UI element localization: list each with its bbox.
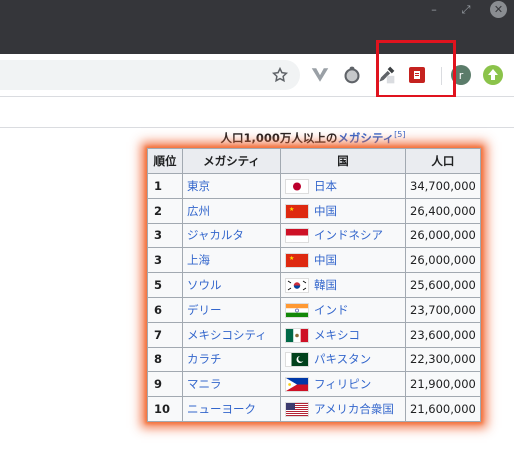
pakistan-flag-icon[interactable] <box>285 352 309 368</box>
caption-reference-link[interactable]: [5] <box>394 130 405 139</box>
city-link[interactable]: ソウル <box>182 272 281 298</box>
vue-devtools-icon[interactable] <box>309 64 331 86</box>
minimize-button[interactable]: – <box>426 2 442 18</box>
megacity-table-wrapper: 順位 メガシティ 国 人口 1 東京 日本 34,700,000 2 広州 ★ 中国 26,40… <box>147 148 481 422</box>
population-cell: 34,700,000 <box>405 173 481 199</box>
header-population: 人口 <box>405 148 481 174</box>
restore-button[interactable]: ⤢ <box>458 2 474 18</box>
table-row: 8 カラチ パキスタン 22,300,000 <box>147 346 481 373</box>
population-cell: 22,300,000 <box>405 346 481 373</box>
table-row: 9 マニラ フィリピン 21,900,000 <box>147 371 481 398</box>
country-link[interactable]: アメリカ合衆国 <box>314 402 394 416</box>
table-row: 3 ジャカルタ インドネシア 26,000,000 <box>147 222 481 249</box>
header-megacity: メガシティ <box>182 148 281 174</box>
country-cell: 韓国 <box>280 272 406 298</box>
bookmarks-bar <box>0 97 514 128</box>
city-link[interactable]: 広州 <box>182 197 281 224</box>
svg-text:r: r <box>459 69 464 82</box>
svg-text:★: ★ <box>289 206 294 213</box>
rank-cell: 7 <box>147 321 183 348</box>
mexico-flag-icon[interactable] <box>285 327 309 343</box>
rank-cell: 2 <box>147 197 183 224</box>
header-rank: 順位 <box>147 148 183 174</box>
country-cell: メキシコ <box>280 321 406 348</box>
philippines-flag-icon[interactable] <box>285 377 309 393</box>
rank-cell: 8 <box>147 346 183 373</box>
country-link[interactable]: 日本 <box>314 179 337 193</box>
rank-cell: 10 <box>147 396 183 422</box>
rank-cell: 9 <box>147 371 183 398</box>
table-row: 7 メキシコシティ メキシコ 23,600,000 <box>147 321 481 348</box>
rank-cell: 1 <box>147 173 183 199</box>
table-row: 5 ソウル 韓国 25,600,000 <box>147 272 481 298</box>
population-cell: 26,000,000 <box>405 247 481 274</box>
caption-prefix: 人口1,000万人以上の <box>220 131 338 145</box>
table-caption: 人口1,000万人以上のメガシティ[5] <box>148 130 478 146</box>
city-link[interactable]: 上海 <box>182 247 281 274</box>
rank-cell: 5 <box>147 272 183 298</box>
megacity-table: 順位 メガシティ 国 人口 1 東京 日本 34,700,000 2 広州 ★ 中国 26,40… <box>147 148 481 422</box>
country-cell: 日本 <box>280 173 406 199</box>
population-cell: 23,700,000 <box>405 296 481 323</box>
rank-cell: 3 <box>147 247 183 274</box>
header-country: 国 <box>280 148 406 174</box>
indonesia-flag-icon[interactable] <box>285 228 309 244</box>
japan-flag-icon[interactable] <box>285 178 309 194</box>
city-link[interactable]: デリー <box>182 296 281 323</box>
city-link[interactable]: カラチ <box>182 346 281 373</box>
country-link[interactable]: メキシコ <box>314 328 360 342</box>
population-cell: 21,900,000 <box>405 371 481 398</box>
china-flag-icon[interactable]: ★ <box>285 253 309 269</box>
population-cell: 23,600,000 <box>405 321 481 348</box>
country-cell: インドネシア <box>280 222 406 249</box>
population-cell: 26,000,000 <box>405 222 481 249</box>
usa-flag-icon[interactable] <box>285 402 309 418</box>
city-link[interactable]: ニューヨーク <box>182 396 281 422</box>
korea-flag-icon[interactable] <box>285 278 309 294</box>
country-cell: ★ 中国 <box>280 197 406 224</box>
table-row: 6 デリー インド 23,700,000 <box>147 296 481 323</box>
country-link[interactable]: インドネシア <box>314 228 383 242</box>
country-link[interactable]: 中国 <box>314 253 337 267</box>
tampermonkey-icon[interactable] <box>341 64 363 86</box>
country-cell: ★ 中国 <box>280 247 406 274</box>
rank-cell: 6 <box>147 296 183 323</box>
upload-icon[interactable] <box>482 64 504 86</box>
country-cell: アメリカ合衆国 <box>280 396 406 422</box>
table-row: 1 東京 日本 34,700,000 <box>147 173 481 199</box>
country-link[interactable]: インド <box>314 303 349 317</box>
table-row: 10 ニューヨーク アメリカ合衆国 21,600,000 <box>147 396 481 422</box>
svg-text:★: ★ <box>289 255 294 262</box>
country-link[interactable]: 韓国 <box>314 278 337 292</box>
caption-megacity-link[interactable]: メガシティ <box>337 131 394 145</box>
china-flag-icon[interactable]: ★ <box>285 203 309 219</box>
highlight-rectangle <box>376 40 456 98</box>
close-button[interactable]: ✕ <box>490 1 507 18</box>
country-cell: インド <box>280 296 406 323</box>
country-cell: パキスタン <box>280 346 406 373</box>
table-header-row: 順位 メガシティ 国 人口 <box>147 148 481 174</box>
rank-cell: 3 <box>147 222 183 249</box>
city-link[interactable]: 東京 <box>182 173 281 199</box>
city-link[interactable]: メキシコシティ <box>182 321 281 348</box>
population-cell: 21,600,000 <box>405 396 481 422</box>
table-row: 3 上海 ★ 中国 26,000,000 <box>147 247 481 274</box>
population-cell: 25,600,000 <box>405 272 481 298</box>
population-cell: 26,400,000 <box>405 197 481 224</box>
country-link[interactable]: パキスタン <box>314 352 371 366</box>
star-icon[interactable] <box>269 64 291 86</box>
address-bar[interactable] <box>0 60 300 90</box>
country-link[interactable]: 中国 <box>314 204 337 218</box>
country-link[interactable]: フィリピン <box>314 377 371 391</box>
city-link[interactable]: マニラ <box>182 371 281 398</box>
city-link[interactable]: ジャカルタ <box>182 222 281 249</box>
country-cell: フィリピン <box>280 371 406 398</box>
india-flag-icon[interactable] <box>285 302 309 318</box>
table-row: 2 広州 ★ 中国 26,400,000 <box>147 197 481 224</box>
